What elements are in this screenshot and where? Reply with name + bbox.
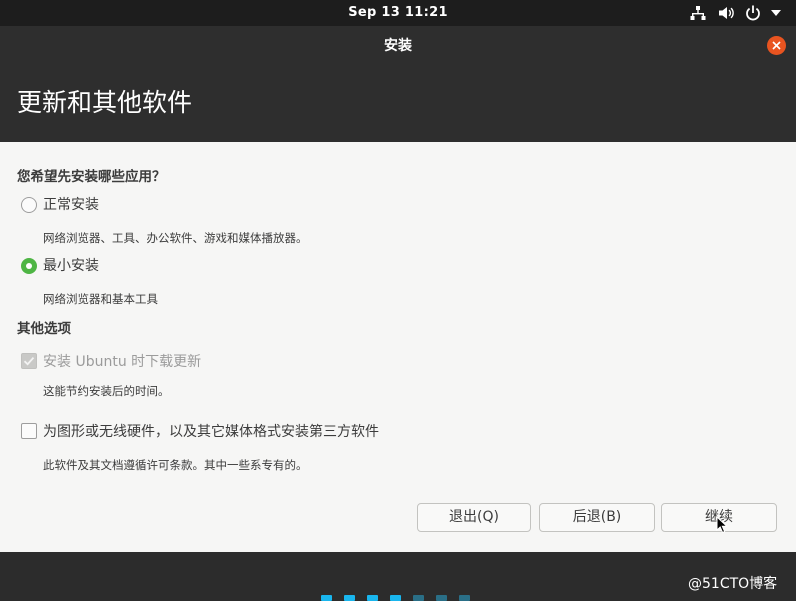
page-title: 更新和其他软件 <box>17 88 193 117</box>
watermark: @51CTO博客 <box>688 576 778 592</box>
volume-icon[interactable] <box>718 5 736 21</box>
progress-step-dot <box>321 595 332 601</box>
progress-step-dot <box>459 595 470 601</box>
progress-step-dot <box>367 595 378 601</box>
third-party-label[interactable]: 为图形或无线硬件，以及其它媒体格式安装第三方软件 <box>43 422 379 442</box>
progress-step-dot <box>390 595 401 601</box>
mouse-cursor-icon <box>716 516 728 534</box>
progress-step-dot <box>413 595 424 601</box>
window-header: 安装 更新和其他软件 <box>0 26 796 142</box>
back-button[interactable]: 后退(B) <box>539 503 655 532</box>
download-updates-checkbox[interactable] <box>21 353 37 369</box>
close-icon <box>772 41 781 50</box>
download-updates-label: 安装 Ubuntu 时下载更新 <box>43 354 202 370</box>
install-type-heading: 您希望先安装哪些应用？ <box>17 169 166 185</box>
normal-install-description: 网络浏览器、工具、办公软件、游戏和媒体播放器。 <box>43 231 308 245</box>
bottom-bar: @51CTO博客 <box>0 552 796 601</box>
quit-button[interactable]: 退出(Q) <box>417 503 531 532</box>
normal-install-radio[interactable] <box>21 197 37 213</box>
minimal-install-label[interactable]: 最小安装 <box>43 256 99 276</box>
download-updates-description: 这能节约安装后的时间。 <box>43 384 170 398</box>
chevron-down-icon[interactable] <box>770 8 782 18</box>
normal-install-label[interactable]: 正常安装 <box>43 195 99 215</box>
third-party-checkbox[interactable] <box>21 423 37 439</box>
other-options-heading: 其他选项 <box>17 321 71 337</box>
minimal-install-radio[interactable] <box>21 258 37 274</box>
network-icon[interactable] <box>690 5 706 21</box>
progress-step-dot <box>344 595 355 601</box>
content-area: 您希望先安装哪些应用？ 正常安装 网络浏览器、工具、办公软件、游戏和媒体播放器。… <box>0 142 796 552</box>
power-icon[interactable] <box>745 5 761 21</box>
top-bar: Sep 13 11:21 <box>0 0 796 26</box>
third-party-description: 此软件及其文档遵循许可条款。其中一些系专有的。 <box>43 458 308 472</box>
window-title: 安装 <box>384 38 412 54</box>
close-button[interactable] <box>767 36 786 55</box>
minimal-install-description: 网络浏览器和基本工具 <box>43 292 158 306</box>
clock[interactable]: Sep 13 11:21 <box>0 0 796 26</box>
checkmark-icon <box>23 357 35 366</box>
progress-step-dot <box>436 595 447 601</box>
